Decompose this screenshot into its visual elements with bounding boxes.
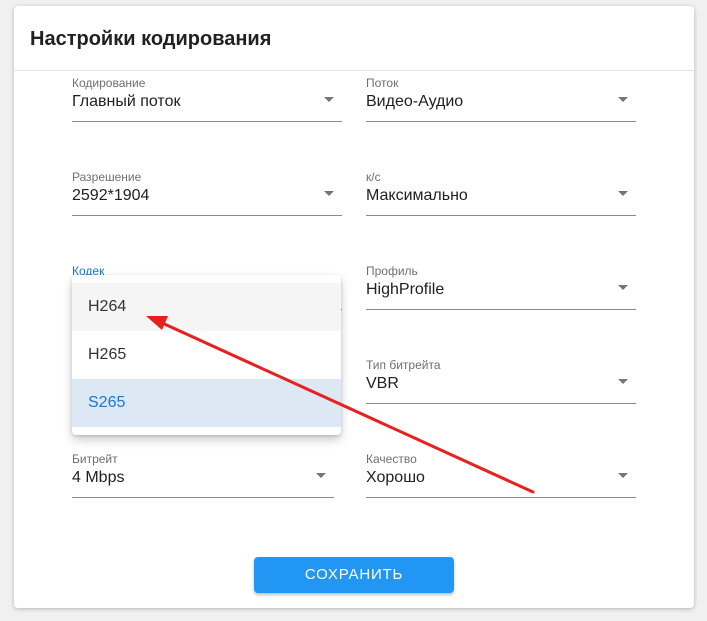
- caret-down-icon: [618, 473, 628, 478]
- underline: [366, 497, 636, 498]
- bitrate-type-select[interactable]: Тип битрейта VBR: [366, 358, 636, 404]
- encoding-select[interactable]: Кодирование Главный поток: [72, 76, 342, 122]
- bitrate-value: 4 Mbps: [72, 469, 125, 486]
- underline: [366, 309, 636, 310]
- encoding-label: Кодирование: [72, 76, 146, 90]
- bitrate-type-label: Тип битрейта: [366, 358, 441, 372]
- codec-option-s265[interactable]: S265: [72, 379, 341, 427]
- profile-select[interactable]: Профиль HighProfile: [366, 264, 636, 310]
- caret-down-icon: [618, 285, 628, 290]
- bitrate-select[interactable]: Битрейт 4 Mbps: [72, 452, 334, 498]
- caret-down-icon: [324, 191, 334, 196]
- caret-down-icon: [316, 473, 326, 478]
- stream-label: Поток: [366, 76, 399, 90]
- caret-down-icon: [618, 97, 628, 102]
- quality-select[interactable]: Качество Хорошо: [366, 452, 636, 498]
- save-button[interactable]: СОХРАНИТЬ: [254, 557, 454, 593]
- underline: [366, 403, 636, 404]
- underline: [366, 121, 636, 122]
- fps-label: к/с: [366, 170, 381, 184]
- stream-value: Видео-Аудио: [366, 93, 464, 110]
- resolution-label: Разрешение: [72, 170, 142, 184]
- bitrate-label: Битрейт: [72, 452, 118, 466]
- resolution-select[interactable]: Разрешение 2592*1904: [72, 170, 342, 216]
- underline: [366, 215, 636, 216]
- caret-down-icon: [324, 97, 334, 102]
- codec-option-h264[interactable]: H264: [72, 283, 341, 331]
- stream-select[interactable]: Поток Видео-Аудио: [366, 76, 636, 122]
- codec-dropdown-menu: H264 H265 S265: [72, 275, 341, 435]
- caret-down-icon: [618, 191, 628, 196]
- quality-label: Качество: [366, 452, 417, 466]
- encoding-value: Главный поток: [72, 93, 181, 110]
- caret-down-icon: [618, 379, 628, 384]
- bitrate-type-value: VBR: [366, 375, 399, 392]
- underline: [72, 497, 334, 498]
- profile-value: HighProfile: [366, 281, 445, 298]
- fps-select[interactable]: к/с Максимально: [366, 170, 636, 216]
- dialog-title: Настройки кодирования: [30, 28, 272, 50]
- codec-option-h265[interactable]: H265: [72, 331, 341, 379]
- underline: [72, 215, 342, 216]
- profile-label: Профиль: [366, 264, 418, 278]
- fps-value: Максимально: [366, 187, 468, 204]
- dialog-header: Настройки кодирования: [14, 6, 694, 71]
- underline: [72, 121, 342, 122]
- quality-value: Хорошо: [366, 469, 425, 486]
- resolution-value: 2592*1904: [72, 187, 150, 204]
